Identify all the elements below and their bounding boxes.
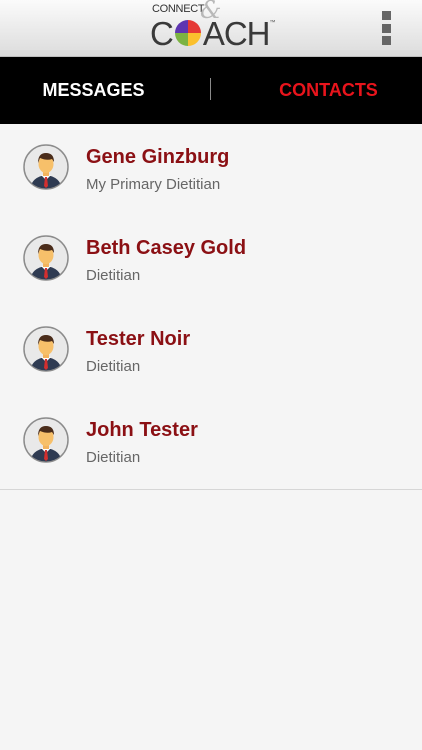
list-divider — [0, 489, 422, 490]
tab-messages[interactable]: MESSAGES — [0, 57, 211, 124]
person-avatar-icon — [23, 417, 69, 463]
contact-name: Beth Casey Gold — [86, 237, 247, 259]
person-avatar-icon — [23, 235, 69, 281]
logo-coach-ach: ACH — [202, 14, 271, 52]
tab-contacts[interactable]: CONTACTS — [211, 57, 422, 124]
contact-name: John Tester — [86, 419, 198, 441]
logo-plate-icon — [174, 20, 201, 46]
app-header: CONNECT & C ACH ™ — [0, 0, 422, 57]
contact-item-tester-noir[interactable]: Tester Noir Dietitian — [0, 306, 422, 397]
logo-connect-text: CONNECT — [152, 3, 205, 15]
contact-role: Dietitian — [86, 267, 141, 284]
contact-role: Dietitian — [86, 449, 141, 466]
more-vertical-icon[interactable] — [380, 11, 392, 45]
contact-role: Dietitian — [86, 358, 141, 375]
contact-item-john-tester[interactable]: John Tester Dietitian — [0, 397, 422, 488]
contact-item-beth-casey-gold[interactable]: Beth Casey Gold Dietitian — [0, 215, 422, 306]
contact-name: Gene Ginzburg — [86, 146, 230, 168]
contact-item-gene-ginzburg[interactable]: Gene Ginzburg My Primary Dietitian — [0, 124, 422, 215]
connect-and-coach-logo: CONNECT & C ACH ™ — [150, 0, 276, 52]
logo-coach-c: C — [150, 14, 174, 52]
logo-trademark: ™ — [269, 20, 276, 26]
contact-role: My Primary Dietitian — [86, 176, 221, 193]
logo-coach-wordmark: C ACH ™ — [150, 16, 276, 50]
contact-list: Gene Ginzburg My Primary Dietitian Beth … — [0, 124, 422, 490]
person-avatar-icon — [23, 326, 69, 372]
tab-bar: MESSAGES CONTACTS — [0, 57, 422, 124]
person-avatar-icon — [23, 144, 69, 190]
contact-name: Tester Noir — [86, 328, 191, 350]
